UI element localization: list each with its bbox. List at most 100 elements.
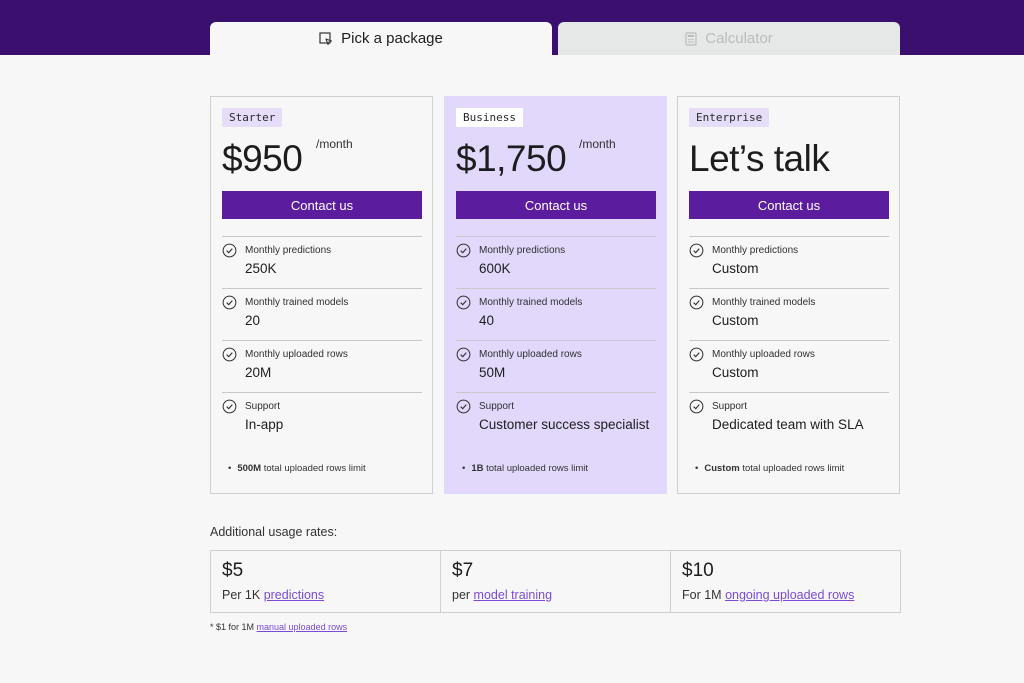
check-circle-icon: [456, 295, 471, 310]
feature-label: Support: [479, 401, 515, 412]
price-period: /month: [579, 137, 616, 151]
feature-list: Monthly predictions 250K Monthly trained…: [222, 236, 422, 444]
feature-item: Monthly uploaded rows 50M: [456, 340, 656, 392]
feature-value: 40: [479, 313, 495, 328]
feature-label: Monthly uploaded rows: [479, 349, 582, 360]
predictions-link[interactable]: predictions: [264, 588, 324, 602]
rate-description: per model training: [452, 588, 552, 602]
feature-value: Customer success specialist: [479, 417, 650, 432]
feature-label: Support: [245, 401, 281, 412]
rows-limit-note: • 1B total uploaded rows limit: [462, 463, 589, 474]
rate-cell: $7 per model training: [441, 551, 671, 612]
note-text: total uploaded rows limit: [739, 463, 845, 474]
feature-label: Monthly predictions: [479, 245, 566, 256]
feature-value: Dedicated team with SLA: [712, 417, 864, 432]
plan-card-starter: Starter $950 /month Contact us Monthly p…: [210, 96, 433, 494]
rate-amount: $5: [222, 560, 244, 581]
check-circle-icon: [689, 243, 704, 258]
plan-badge: Starter: [222, 108, 283, 127]
check-circle-icon: [456, 243, 471, 258]
feature-label: Monthly trained models: [479, 297, 583, 308]
check-circle-icon: [689, 295, 704, 310]
ongoing-uploaded-rows-link[interactable]: ongoing uploaded rows: [725, 588, 854, 602]
check-circle-icon: [222, 295, 237, 310]
check-circle-icon: [456, 347, 471, 362]
rate-cell: $5 Per 1K predictions: [211, 551, 441, 612]
feature-item: Monthly trained models 20: [222, 288, 422, 340]
note-text: total uploaded rows limit: [261, 463, 366, 474]
rate-description: Per 1K predictions: [222, 588, 324, 602]
tab-label: Pick a package: [341, 30, 443, 47]
footnote: * $1 for 1M manual uploaded rows: [210, 622, 347, 632]
contact-us-button[interactable]: Contact us: [689, 191, 889, 219]
manual-uploaded-rows-link[interactable]: manual uploaded rows: [257, 622, 348, 632]
feature-label: Monthly trained models: [712, 297, 816, 308]
feature-value: Custom: [712, 261, 759, 276]
rows-limit-note: • 500M total uploaded rows limit: [228, 463, 366, 474]
feature-item: Support Dedicated team with SLA: [689, 392, 889, 444]
feature-value: In-app: [245, 417, 284, 432]
feature-value: Custom: [712, 365, 759, 380]
tab-calculator[interactable]: Calculator: [558, 22, 900, 55]
additional-usage-title: Additional usage rates:: [210, 525, 338, 539]
feature-item: Monthly predictions 250K: [222, 236, 422, 288]
feature-label: Monthly predictions: [712, 245, 799, 256]
feature-list: Monthly predictions 600K Monthly trained…: [456, 236, 656, 444]
feature-value: 20M: [245, 365, 272, 380]
footnote-prefix: * $1 for 1M: [210, 622, 257, 632]
feature-value: 20: [245, 313, 261, 328]
plan-card-enterprise: Enterprise Let’s talk Contact us Monthly…: [677, 96, 900, 494]
check-circle-icon: [222, 399, 237, 414]
contact-us-button[interactable]: Contact us: [456, 191, 656, 219]
check-circle-icon: [456, 399, 471, 414]
feature-value: 600K: [479, 261, 511, 276]
plan-badge: Business: [456, 108, 523, 127]
feature-label: Monthly predictions: [245, 245, 332, 256]
plan-price: $1,750: [456, 138, 567, 179]
feature-item: Monthly trained models Custom: [689, 288, 889, 340]
feature-item: Monthly predictions Custom: [689, 236, 889, 288]
feature-item: Support Customer success specialist: [456, 392, 656, 444]
feature-label: Support: [712, 401, 748, 412]
rate-description: For 1M ongoing uploaded rows: [682, 588, 854, 602]
tab-label: Calculator: [705, 30, 773, 47]
model-training-link[interactable]: model training: [474, 588, 553, 602]
feature-value: 250K: [245, 261, 277, 276]
feature-value: 50M: [479, 365, 506, 380]
check-circle-icon: [689, 347, 704, 362]
feature-item: Support In-app: [222, 392, 422, 444]
plan-price: $950: [222, 138, 303, 179]
feature-item: Monthly uploaded rows 20M: [222, 340, 422, 392]
rate-cell: $10 For 1M ongoing uploaded rows: [671, 551, 900, 612]
rate-prefix: Per 1K: [222, 588, 264, 602]
check-circle-icon: [689, 399, 704, 414]
note-bold: 1B: [471, 463, 484, 474]
feature-value: Custom: [712, 313, 759, 328]
check-circle-icon: [222, 243, 237, 258]
rate-prefix: For 1M: [682, 588, 726, 602]
rate-amount: $7: [452, 560, 474, 581]
plan-badge: Enterprise: [689, 108, 770, 127]
feature-list: Monthly predictions Custom Monthly train…: [689, 236, 889, 444]
check-circle-icon: [222, 347, 237, 362]
price-period: /month: [316, 137, 353, 151]
note-text: total uploaded rows limit: [483, 463, 589, 474]
usage-rates-table: $5 Per 1K predictions $7 per model train…: [210, 550, 901, 613]
cursor-select-icon: [319, 31, 333, 46]
tab-pick-a-package[interactable]: Pick a package: [210, 22, 552, 55]
contact-us-button[interactable]: Contact us: [222, 191, 422, 219]
feature-label: Monthly uploaded rows: [245, 349, 348, 360]
rate-prefix: per: [452, 588, 474, 602]
plan-card-business: Business $1,750 /month Contact us Monthl…: [444, 96, 667, 494]
feature-label: Monthly uploaded rows: [712, 349, 815, 360]
feature-item: Monthly trained models 40: [456, 288, 656, 340]
note-bold: Custom: [704, 463, 740, 474]
feature-item: Monthly predictions 600K: [456, 236, 656, 288]
note-bold: 500M: [237, 463, 262, 474]
rate-amount: $10: [682, 560, 714, 581]
feature-label: Monthly trained models: [245, 297, 349, 308]
calculator-icon: [685, 31, 697, 46]
rows-limit-note: • Custom total uploaded rows limit: [695, 463, 845, 474]
plan-price: Let’s talk: [689, 138, 830, 179]
feature-item: Monthly uploaded rows Custom: [689, 340, 889, 392]
